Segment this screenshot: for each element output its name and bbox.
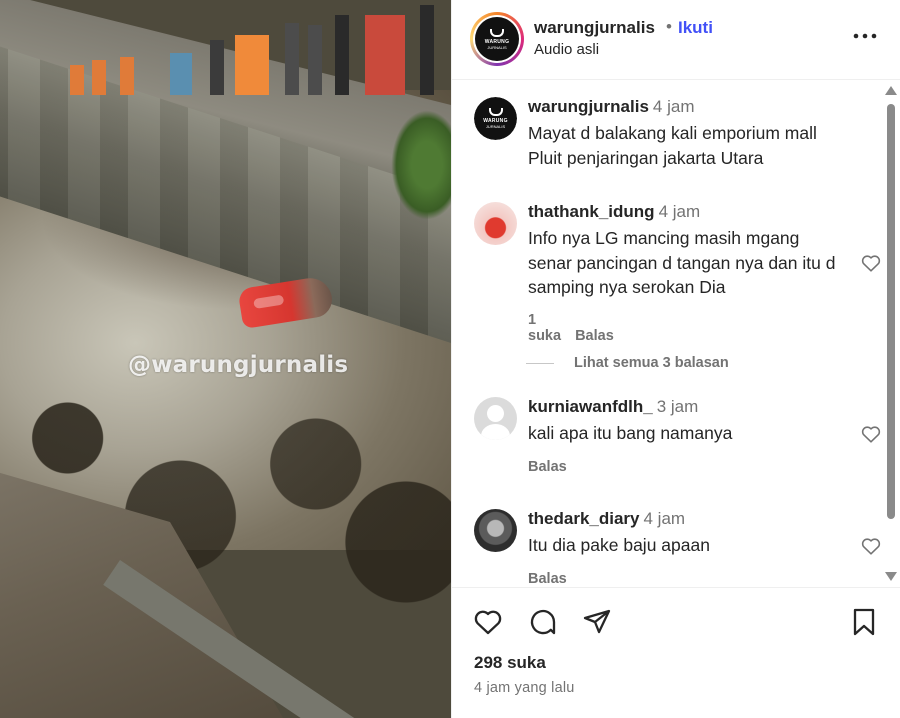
post-media[interactable]: @warungjurnalis xyxy=(0,0,451,718)
scroll-down-arrow-icon[interactable] xyxy=(885,572,897,581)
save-bookmark-icon[interactable] xyxy=(848,606,880,638)
caption-text: Mayat d balakang kali emporium mall Plui… xyxy=(528,123,817,168)
commenter-username[interactable]: kurniawanfdlh_ 3 jam xyxy=(528,397,698,417)
reply-button[interactable]: Balas xyxy=(528,459,567,475)
view-replies-button[interactable]: Lihat semua 3 balasan xyxy=(526,355,729,371)
like-heart-icon[interactable] xyxy=(472,606,504,638)
caption-time: 4 jam xyxy=(652,97,695,116)
post-actions: 298 suka 4 jam yang lalu xyxy=(452,587,900,718)
post-timestamp[interactable]: 4 jam yang lalu xyxy=(474,680,575,696)
plant xyxy=(391,110,451,220)
heart-icon[interactable] xyxy=(860,535,882,557)
comment-likes[interactable]: 1 suka xyxy=(528,312,561,344)
comment-text: kali apa itu bang namanya xyxy=(528,423,733,443)
commenter-username[interactable]: thathank_idung 4 jam xyxy=(528,202,700,222)
original-audio-link[interactable]: Audio asli xyxy=(534,41,599,58)
reply-button[interactable]: Balas xyxy=(528,571,567,587)
comment-text: Itu dia pake baju apaan xyxy=(528,535,710,555)
author-avatar[interactable]: WARUNG JURNALIS xyxy=(470,12,524,66)
caption-avatar[interactable]: WARUNG JURNALIS xyxy=(474,97,517,140)
author-username[interactable]: warungjurnalis xyxy=(534,18,655,38)
caption-username[interactable]: warungjurnalis 4 jam xyxy=(528,97,695,117)
comment-meta: Balas xyxy=(528,571,567,587)
post-side-panel: WARUNG JURNALIS warungjurnalis • Ikuti A… xyxy=(451,0,900,718)
comments-scrollbar[interactable] xyxy=(885,84,897,582)
separator-dot: • xyxy=(666,17,672,36)
commenter-avatar[interactable] xyxy=(474,509,517,552)
warungjurnalis-logo: WARUNG JURNALIS xyxy=(475,17,519,61)
warungjurnalis-logo: WARUNG JURNALIS xyxy=(474,97,517,140)
comment-text: Info nya LG mancing masih mgang senar pa… xyxy=(528,228,836,297)
media-watermark: @warungjurnalis xyxy=(128,352,349,378)
comments-list[interactable]: WARUNG JURNALIS warungjurnalis 4 jam Maya… xyxy=(452,81,900,587)
likes-count[interactable]: 298 suka xyxy=(474,653,546,673)
commenter-avatar[interactable] xyxy=(474,202,517,245)
commenter-username[interactable]: thedark_diary 4 jam xyxy=(528,509,685,529)
post-header: WARUNG JURNALIS warungjurnalis • Ikuti A… xyxy=(452,0,900,80)
comment-meta: 1 suka Balas xyxy=(528,312,614,344)
heart-icon[interactable] xyxy=(860,252,882,274)
comment-time: 3 jam xyxy=(656,397,699,416)
commenter-avatar[interactable] xyxy=(474,397,517,440)
scroll-up-arrow-icon[interactable] xyxy=(885,86,897,95)
share-send-icon[interactable] xyxy=(581,606,613,638)
onlookers xyxy=(30,0,450,95)
more-options-icon[interactable] xyxy=(850,24,880,48)
reply-button[interactable]: Balas xyxy=(575,328,614,344)
comment-bubble-icon[interactable] xyxy=(527,606,559,638)
follow-button[interactable]: Ikuti xyxy=(678,18,713,38)
scrollbar-thumb[interactable] xyxy=(887,104,895,519)
comment-time: 4 jam xyxy=(658,202,701,221)
comment-time: 4 jam xyxy=(643,509,686,528)
heart-icon[interactable] xyxy=(860,423,882,445)
comment-meta: Balas xyxy=(528,459,567,475)
